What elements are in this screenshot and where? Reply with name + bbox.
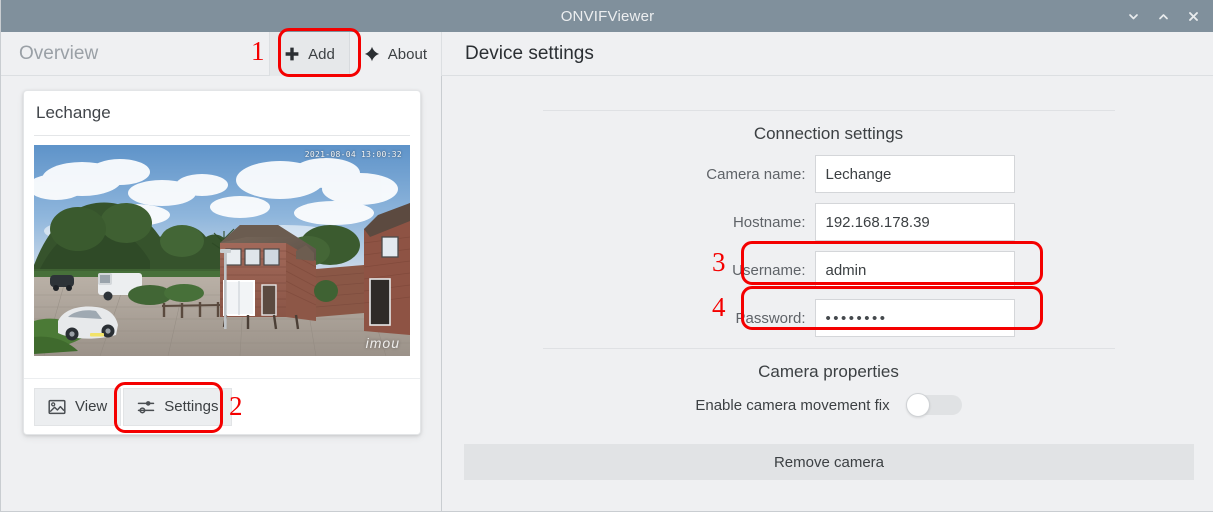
card-divider <box>34 135 410 136</box>
movement-fix-row: Enable camera movement fix <box>443 393 1213 417</box>
hostname-row: Hostname: 192.168.178.39 <box>443 203 1213 241</box>
plus-icon <box>284 46 300 62</box>
camera-card-title: Lechange <box>36 103 111 122</box>
camera-card-actions: View Settings <box>24 378 420 434</box>
camera-watermark: imou <box>365 335 400 351</box>
star-diamond-icon <box>364 46 380 62</box>
view-button-label: View <box>75 398 108 415</box>
image-icon <box>48 398 66 416</box>
header-buttons: Add About <box>269 32 441 76</box>
camera-card[interactable]: Lechange 2021-08-04 13:00:32 imou View S… <box>23 90 421 435</box>
add-button-label: Add <box>308 45 335 63</box>
camera-name-row: Camera name: Lechange <box>443 155 1213 193</box>
device-settings-title: Device settings <box>465 43 594 64</box>
about-button-label: About <box>387 45 427 63</box>
camera-name-label: Camera name: <box>706 165 806 183</box>
movement-fix-toggle[interactable] <box>905 393 962 417</box>
connection-settings-section: Connection settings Camera name: Lechang… <box>443 110 1213 347</box>
annotation-number-3: 3 <box>712 247 726 277</box>
movement-fix-label: Enable camera movement fix <box>695 396 890 414</box>
username-input[interactable]: admin <box>814 251 1015 289</box>
chevron-up-icon <box>1157 10 1170 23</box>
chevron-down-icon <box>1127 10 1140 23</box>
header-right-section: Device settings <box>443 32 594 76</box>
annotation-number-2: 2 <box>229 391 243 421</box>
annotation-number-4: 4 <box>712 292 726 322</box>
annotation-number-1: 1 <box>251 36 265 66</box>
camera-name-input[interactable]: Lechange <box>814 155 1015 193</box>
header-left-section: Overview Add About <box>1 32 442 76</box>
remove-camera-label: Remove camera <box>773 453 885 471</box>
connection-settings-heading: Connection settings <box>753 124 904 143</box>
hostname-input[interactable]: 192.168.178.39 <box>814 203 1015 241</box>
title-bar: ONVIFViewer <box>1 0 1213 32</box>
hostname-label: Hostname: <box>732 213 806 231</box>
close-button[interactable] <box>1180 3 1206 29</box>
connection-divider <box>542 110 1115 111</box>
settings-button-label: Settings <box>164 398 219 415</box>
camera-timestamp: 2021-08-04 13:00:32 <box>304 150 402 159</box>
overview-panel: Lechange 2021-08-04 13:00:32 imou View S… <box>1 76 442 511</box>
minimize-button[interactable] <box>1120 3 1146 29</box>
camera-properties-heading: Camera properties <box>758 362 899 381</box>
remove-camera-button[interactable]: Remove camera <box>464 444 1194 480</box>
password-input[interactable]: •••••••• <box>814 299 1015 337</box>
view-button[interactable]: View <box>34 387 122 426</box>
camera-snapshot-image <box>34 145 410 356</box>
password-row: Password: •••••••• <box>443 299 1213 337</box>
window-title: ONVIFViewer <box>560 7 655 25</box>
camera-preview[interactable]: 2021-08-04 13:00:32 imou <box>34 145 410 356</box>
settings-button[interactable]: Settings <box>123 387 233 426</box>
properties-divider <box>542 348 1115 349</box>
header-bar: Overview Add About Device settings <box>1 32 1213 76</box>
sliders-icon <box>137 398 155 416</box>
device-settings-panel: Connection settings Camera name: Lechang… <box>443 76 1213 511</box>
username-label: Username: <box>732 261 806 279</box>
close-icon <box>1187 10 1200 23</box>
page-title-overview: Overview <box>19 43 99 64</box>
username-row: Username: admin <box>443 251 1213 289</box>
toggle-knob <box>905 393 930 417</box>
window-controls <box>1120 0 1206 32</box>
camera-properties-section: Camera properties Enable camera movement… <box>443 348 1213 417</box>
password-label: Password: <box>735 309 806 327</box>
onvifviewer-window: ONVIFViewer Overview Add About Device se… <box>0 0 1213 512</box>
add-button[interactable]: Add <box>269 32 349 76</box>
maximize-button[interactable] <box>1150 3 1176 29</box>
about-button[interactable]: About <box>348 32 441 76</box>
